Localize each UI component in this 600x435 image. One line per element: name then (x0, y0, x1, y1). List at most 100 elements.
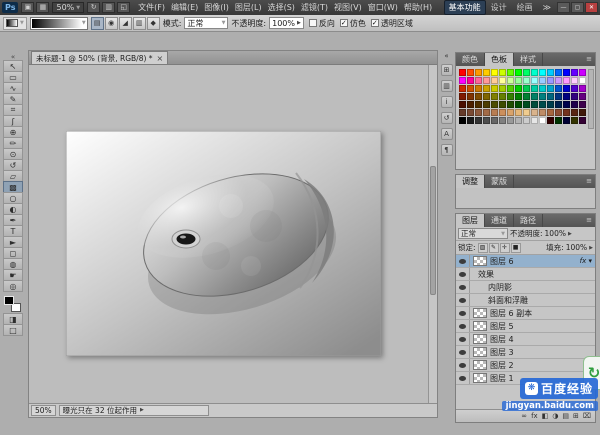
swatch[interactable] (523, 93, 530, 100)
layer-thumbnail[interactable] (473, 347, 487, 357)
menu-item-3[interactable]: 图像(I) (201, 0, 232, 15)
swatch[interactable] (547, 69, 554, 76)
swatch[interactable] (547, 93, 554, 100)
workspace-button-1[interactable]: 基本功能 (444, 0, 486, 15)
swatch[interactable] (483, 85, 490, 92)
menu-item-2[interactable]: 编辑(E) (168, 0, 201, 15)
panel-menu-icon[interactable]: ≡ (583, 214, 595, 227)
swatch[interactable] (459, 85, 466, 92)
lock-position-icon[interactable]: ✛ (500, 243, 510, 253)
blend-mode-select[interactable]: 正常 ▼ (184, 17, 228, 29)
swatch[interactable] (475, 93, 482, 100)
swatch[interactable] (491, 77, 498, 84)
swatch[interactable] (555, 109, 562, 116)
diamond-gradient-button[interactable]: ◆ (147, 17, 160, 30)
swatch[interactable] (475, 85, 482, 92)
visibility-toggle[interactable] (456, 320, 470, 332)
menu-item-9[interactable]: 帮助(H) (401, 0, 435, 15)
layer-fx-badge[interactable]: fx ▾ (577, 257, 595, 265)
layer-style-icon[interactable]: fx (531, 411, 538, 422)
swatch[interactable] (459, 77, 466, 84)
checkbox-仿色[interactable]: ✓仿色 (340, 18, 366, 29)
swatch[interactable] (539, 101, 546, 108)
swatch[interactable] (539, 93, 546, 100)
checked-checkbox-icon[interactable]: ✓ (371, 19, 379, 27)
swatch[interactable] (499, 69, 506, 76)
swatch[interactable] (475, 109, 482, 116)
swatch[interactable] (531, 77, 538, 84)
swatch[interactable] (475, 69, 482, 76)
menu-item-4[interactable]: 图层(L) (232, 0, 265, 15)
swatch[interactable] (499, 117, 506, 124)
swatch[interactable] (515, 117, 522, 124)
swatch[interactable] (507, 69, 514, 76)
screen-mode-button[interactable]: □ (3, 324, 23, 336)
swatch[interactable] (483, 69, 490, 76)
layer-row[interactable]: 图层 4 (456, 333, 595, 346)
radial-gradient-button[interactable]: ◉ (105, 17, 118, 30)
swatch[interactable] (571, 77, 578, 84)
canvas-image[interactable] (66, 131, 381, 356)
maximize-button[interactable]: ▢ (571, 2, 584, 13)
swatch[interactable] (539, 117, 546, 124)
swatch[interactable] (507, 77, 514, 84)
info-panel-icon[interactable]: i (441, 96, 453, 108)
swatch[interactable] (555, 85, 562, 92)
swatch[interactable] (507, 101, 514, 108)
swatch[interactable] (531, 85, 538, 92)
swatch[interactable] (467, 77, 474, 84)
layer-row[interactable]: 图层 5 (456, 320, 595, 333)
document-tab[interactable]: 未标题-1 @ 50% (背景, RGB/8) * × (31, 51, 168, 64)
swatch[interactable] (531, 101, 538, 108)
swatch[interactable] (579, 93, 586, 100)
layer-row[interactable]: 图层 6fx ▾ (456, 255, 595, 268)
swatch[interactable] (563, 109, 570, 116)
swatch[interactable] (555, 77, 562, 84)
swatch[interactable] (467, 101, 474, 108)
swatch[interactable] (491, 93, 498, 100)
visibility-toggle[interactable] (456, 294, 470, 306)
swatch[interactable] (579, 101, 586, 108)
reflected-gradient-button[interactable]: ▥ (133, 17, 146, 30)
swatch[interactable] (547, 109, 554, 116)
swatch[interactable] (539, 109, 546, 116)
layers-tab-1[interactable]: 图层 (456, 214, 485, 227)
zoom-level-dropdown[interactable]: 50% ▼ (52, 2, 84, 13)
swatch[interactable] (547, 85, 554, 92)
swatch[interactable] (563, 117, 570, 124)
swatch[interactable] (539, 85, 546, 92)
swatch[interactable] (507, 85, 514, 92)
layer-row[interactable]: 图层 2 (456, 359, 595, 372)
swatch[interactable] (563, 93, 570, 100)
swatch[interactable] (531, 69, 538, 76)
status-zoom-field[interactable]: 50% (31, 405, 56, 416)
visibility-toggle[interactable] (456, 281, 470, 293)
photoshop-logo[interactable]: Ps (2, 2, 18, 13)
workspace-button-2[interactable]: 设计 (486, 0, 512, 15)
swatch[interactable] (459, 117, 466, 124)
swatch[interactable] (579, 69, 586, 76)
visibility-toggle[interactable] (456, 268, 470, 280)
swatch[interactable] (571, 93, 578, 100)
visibility-toggle[interactable] (456, 346, 470, 358)
navigator-panel-icon[interactable]: ⊞ (441, 64, 453, 76)
swatch[interactable] (523, 77, 530, 84)
swatch[interactable] (507, 93, 514, 100)
swatch[interactable] (499, 101, 506, 108)
swatch[interactable] (555, 101, 562, 108)
swatch[interactable] (523, 101, 530, 108)
swatch[interactable] (459, 93, 466, 100)
swatch[interactable] (483, 117, 490, 124)
swatch[interactable] (515, 93, 522, 100)
menu-item-6[interactable]: 滤镜(T) (298, 0, 331, 15)
swatch[interactable] (491, 69, 498, 76)
swatch[interactable] (547, 101, 554, 108)
layers-opacity-value[interactable]: 100% (545, 229, 566, 238)
swatch[interactable] (579, 85, 586, 92)
swatch[interactable] (563, 85, 570, 92)
swatch[interactable] (467, 85, 474, 92)
swatch[interactable] (571, 101, 578, 108)
scrollbar-thumb[interactable] (430, 166, 436, 294)
lock-transparency-icon[interactable]: ▨ (478, 243, 488, 253)
swatch[interactable] (523, 109, 530, 116)
